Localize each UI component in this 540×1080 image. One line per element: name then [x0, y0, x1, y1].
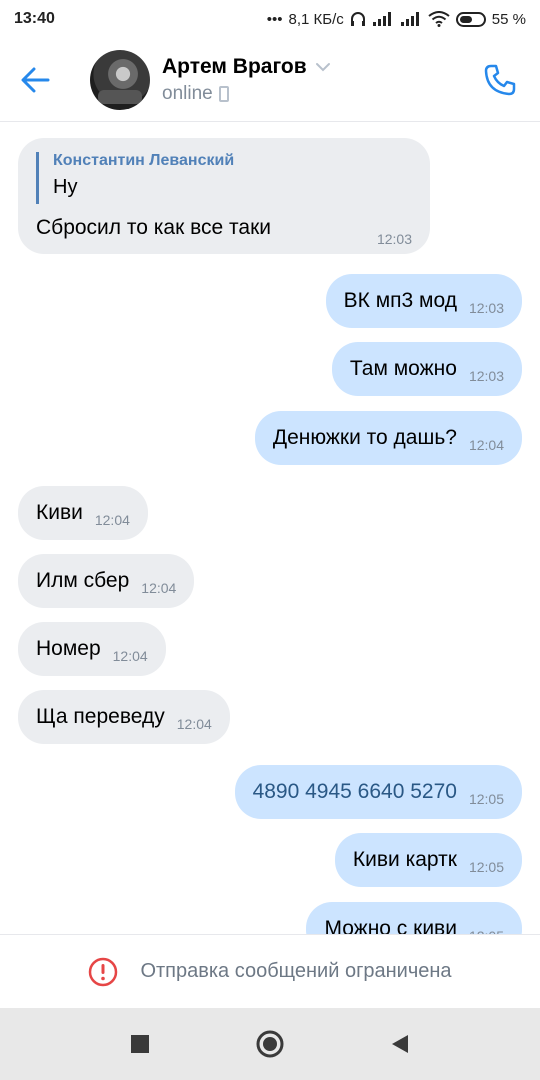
message-time: 12:03 — [376, 231, 412, 247]
message-list[interactable]: Константин Леванский Ну Сбросил то как в… — [0, 122, 540, 934]
message-text: ВК мп3 мод — [343, 289, 457, 312]
wifi-icon — [428, 11, 450, 27]
message-time: 12:05 — [468, 859, 504, 875]
contact-name: Артем Врагов — [162, 54, 307, 78]
reply-author: Константин Леванский — [53, 152, 235, 169]
back-nav-button[interactable] — [380, 1024, 420, 1064]
message-time: 12:04 — [468, 437, 504, 453]
contact-status: online — [162, 82, 213, 104]
chat-header: Артем Врагов online — [0, 38, 540, 122]
system-nav-bar — [0, 1008, 540, 1080]
avatar[interactable] — [90, 49, 150, 110]
signal-icon-2 — [400, 11, 422, 27]
message-text: Киви картк — [352, 848, 457, 871]
reply-text: Ну — [53, 176, 78, 198]
message-text: Сбросил то как все таки — [36, 216, 272, 239]
restricted-text: Отправка сообщений ограничена — [140, 960, 452, 982]
message-time: 12:04 — [112, 648, 148, 664]
back-button[interactable] — [0, 38, 70, 122]
arrow-left-icon — [21, 67, 50, 92]
status-time: 13:40 — [14, 10, 55, 27]
message-bubble-in[interactable]: Константин Леванский Ну Сбросил то как в… — [18, 138, 430, 254]
message-time: 12:03 — [468, 300, 504, 316]
chevron-down-icon — [315, 62, 331, 72]
message-bubble-in[interactable]: Ща переведу 12:04 — [18, 690, 230, 744]
message-time: 12:05 — [469, 914, 504, 934]
contact-info[interactable]: Артем Врагов online — [162, 55, 460, 105]
message-bubble-out[interactable]: Денюжки то дашь? 12:04 — [254, 411, 522, 465]
battery-fill — [459, 15, 472, 23]
status-icons: ••• 8,1 КБ/с 55 % — [267, 11, 526, 28]
message-text: Можно с киви — [324, 917, 457, 934]
network-speed: 8,1 КБ/с — [288, 10, 344, 28]
message-bubble-out[interactable]: Там можно 12:03 — [331, 342, 522, 396]
message-text: Илм сбер — [36, 569, 130, 592]
back-triangle-icon — [392, 1035, 408, 1053]
message-bubble-out[interactable]: Можно с киви 12:05 — [306, 902, 522, 934]
message-text: Ща переведу — [36, 705, 165, 728]
recents-icon — [131, 1035, 149, 1053]
message-bubble-out[interactable]: Киви картк 12:05 — [334, 833, 522, 887]
message-time: 12:04 — [176, 716, 212, 732]
reply-quote[interactable]: Константин Леванский Ну — [36, 152, 234, 204]
message-link[interactable]: 4890 4945 6640 5270 — [253, 780, 457, 804]
message-time: 12:04 — [94, 512, 130, 528]
message-text: Киви — [36, 501, 83, 524]
message-bubble-in[interactable]: Киви 12:04 — [18, 486, 148, 540]
recents-button[interactable] — [120, 1024, 160, 1064]
message-bubble-out[interactable]: ВК мп3 мод 12:03 — [325, 274, 522, 328]
message-time: 12:04 — [141, 580, 177, 596]
headphones-icon — [350, 11, 366, 27]
home-button[interactable] — [250, 1024, 290, 1064]
phone-icon — [484, 64, 516, 95]
status-bar: 13:40 ••• 8,1 КБ/с 55 % — [0, 0, 540, 38]
message-bubble-out[interactable]: 4890 4945 6640 5270 12:05 — [234, 765, 522, 819]
call-button[interactable] — [460, 38, 540, 122]
message-time: 12:05 — [468, 791, 504, 807]
send-restricted-bar: Отправка сообщений ограничена — [0, 934, 540, 1008]
battery-icon — [455, 11, 486, 27]
message-bubble-in[interactable]: Илм сбер 12:04 — [18, 554, 195, 608]
mobile-icon — [218, 85, 229, 102]
message-text: Денюжки то дашь? — [272, 426, 457, 449]
alert-circle-icon — [89, 957, 118, 986]
message-text: Номер — [36, 637, 101, 660]
message-time: 12:03 — [468, 368, 504, 384]
battery-percent: 55 % — [491, 10, 526, 28]
dots-icon: ••• — [266, 10, 283, 28]
home-icon — [256, 1030, 284, 1058]
signal-icon — [372, 11, 394, 27]
screen: 13:40 ••• 8,1 КБ/с 55 % Артем Врагов onl… — [0, 0, 540, 1080]
message-bubble-in[interactable]: Номер 12:04 — [18, 622, 166, 676]
message-text: Там можно — [349, 357, 457, 380]
